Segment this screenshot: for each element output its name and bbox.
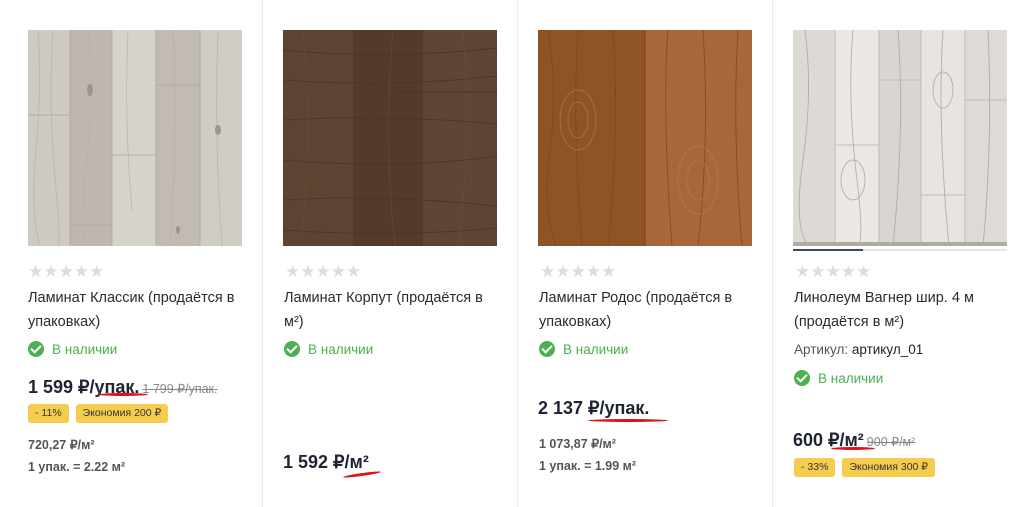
product-title[interactable]: Ламинат Родос (продаётся в упаковках): [539, 286, 761, 334]
product-title[interactable]: Ламинат Корпут (продаётся в м²): [284, 286, 506, 334]
article-number: Артикул: артикул_01: [794, 342, 923, 357]
product-card[interactable]: ★★★★★ Ламинат Классик (продаётся в упако…: [0, 0, 263, 507]
rating-stars: ★★★★★: [285, 262, 362, 281]
economy-badge: Экономия 200 ₽: [75, 404, 169, 423]
economy-badge: Экономия 300 ₽: [842, 458, 935, 477]
product-card[interactable]: ★★★★★ Ламинат Корпут (продаётся в м²) В …: [263, 0, 518, 507]
red-underline-mark: [588, 419, 668, 422]
stock-label: В наличии: [308, 341, 374, 357]
old-price: 900 ₽/м²: [866, 435, 916, 449]
red-underline-mark: [831, 447, 875, 450]
pack-area: 1 упак. = 1.99 м²: [539, 459, 637, 473]
red-underline-mark: [98, 393, 148, 396]
old-price: 1 799 ₽/упак.: [142, 382, 218, 396]
product-title[interactable]: Ламинат Классик (продаётся в упаковках): [28, 286, 250, 334]
stock-label: В наличии: [818, 370, 884, 386]
product-card[interactable]: ★★★★★ Ламинат Родос (продаётся в упаковк…: [518, 0, 773, 507]
product-price: 1 592 ₽/м²: [283, 452, 369, 472]
price-per-m2: 1 073,87 ₽/м²: [539, 437, 616, 451]
dark-wood-laminate-image[interactable]: [283, 30, 497, 246]
stock-status: В наличии: [539, 341, 628, 357]
product-title[interactable]: Линолеум Вагнер шир. 4 м (продаётся в м²…: [794, 286, 1016, 334]
stock-status: В наличии: [28, 341, 117, 357]
stock-status: В наличии: [284, 341, 373, 357]
light-wood-laminate-image[interactable]: [28, 30, 242, 246]
stock-label: В наличии: [52, 341, 118, 357]
article-label: Артикул:: [794, 342, 849, 357]
product-card[interactable]: ★★★★★ Линолеум Вагнер шир. 4 м (продаётс…: [773, 0, 1020, 507]
image-indicator-bar: [793, 249, 1007, 251]
product-price: 2 137 ₽/упак.: [538, 398, 650, 418]
discount-badges: - 33% Экономия 300 ₽: [794, 458, 935, 477]
discount-badge: - 11%: [28, 404, 69, 423]
stock-label: В наличии: [563, 341, 629, 357]
check-icon: [794, 370, 810, 386]
pack-area: 1 упак. = 2.22 м²: [28, 460, 126, 474]
rating-stars: ★★★★★: [28, 262, 105, 281]
rating-stars: ★★★★★: [795, 262, 872, 281]
check-icon: [28, 341, 44, 357]
check-icon: [539, 341, 555, 357]
discount-badges: - 11% Экономия 200 ₽: [28, 404, 169, 423]
price-per-m2: 720,27 ₽/м²: [28, 438, 95, 452]
discount-badge: - 33%: [794, 458, 836, 477]
check-icon: [284, 341, 300, 357]
rating-stars: ★★★★★: [540, 262, 617, 281]
oak-wood-laminate-image[interactable]: [538, 30, 752, 246]
whitewashed-wood-linoleum-image[interactable]: [793, 30, 1007, 246]
stock-status: В наличии: [794, 370, 883, 386]
article-value: артикул_01: [851, 342, 924, 357]
